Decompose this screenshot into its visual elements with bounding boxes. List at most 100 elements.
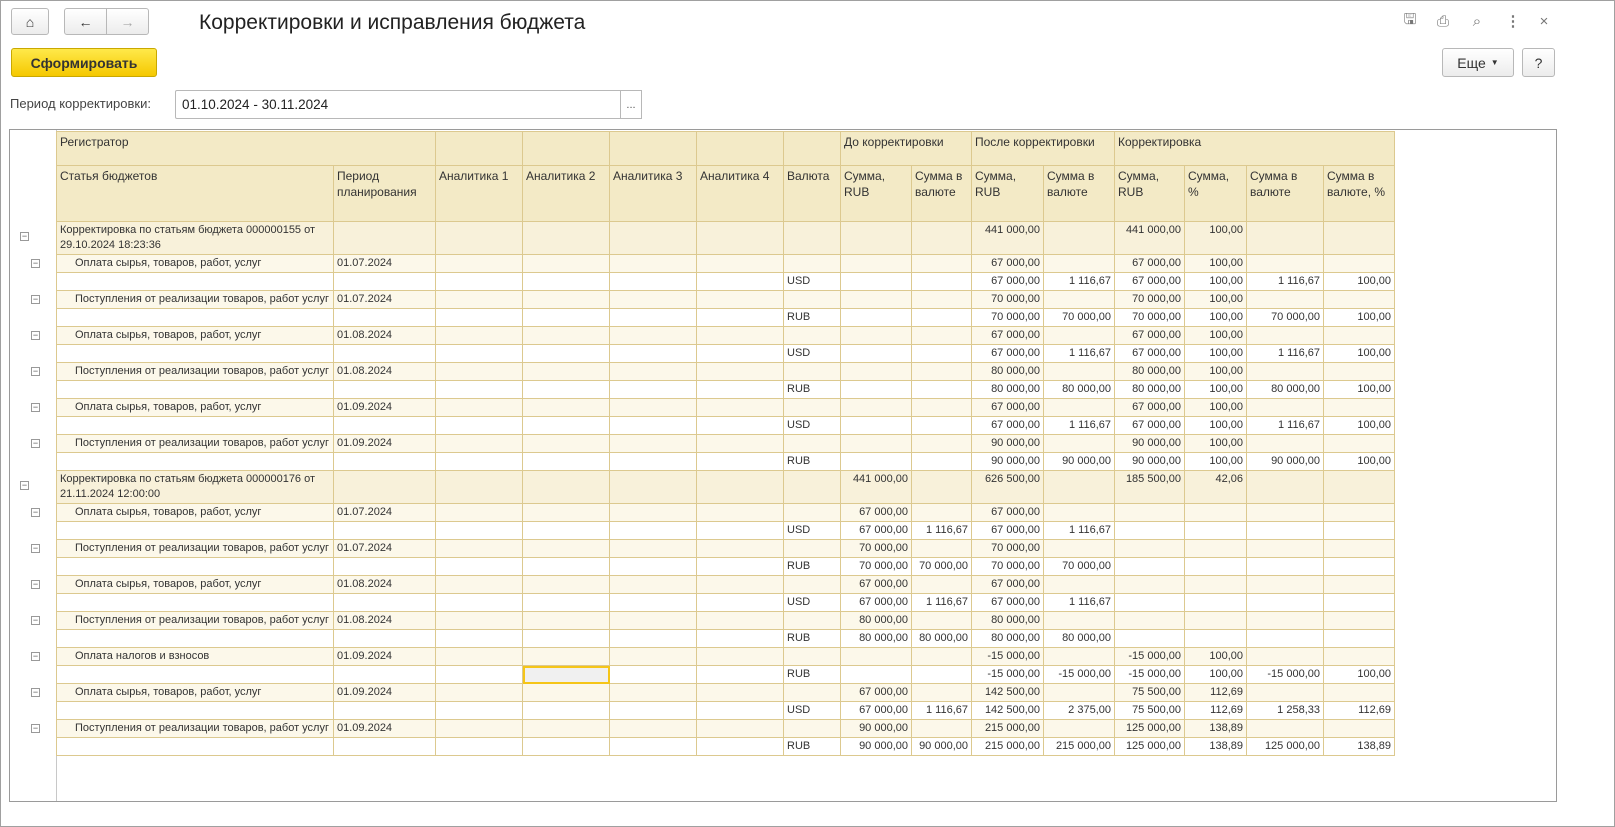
analytics-cell[interactable]	[609, 344, 697, 363]
amount-cell[interactable]: 215 000,00	[971, 719, 1044, 738]
amount-cell[interactable]: 100,00	[1184, 380, 1247, 399]
analytics-cell[interactable]	[435, 308, 523, 327]
amount-cell[interactable]: 67 000,00	[971, 344, 1044, 363]
amount-cell[interactable]: 90 000,00	[1043, 452, 1115, 471]
amount-cell[interactable]: 67 000,00	[971, 593, 1044, 612]
currency-cell[interactable]: USD	[783, 344, 841, 363]
amount-cell[interactable]	[1323, 539, 1395, 558]
amount-cell[interactable]: 100,00	[1323, 272, 1395, 291]
amount-cell[interactable]: 138,89	[1184, 719, 1247, 738]
amount-cell[interactable]	[1246, 611, 1324, 630]
analytics-cell[interactable]	[435, 575, 523, 594]
home-button[interactable]: ⌂	[11, 8, 49, 35]
analytics-cell[interactable]	[696, 380, 784, 399]
column-header[interactable]: Сумма, RUB	[971, 165, 1044, 222]
analytics-cell[interactable]	[522, 701, 610, 720]
amount-cell[interactable]: 67 000,00	[840, 503, 912, 522]
column-header[interactable]: Сумма в валюте	[1246, 165, 1324, 222]
amount-cell[interactable]	[1323, 647, 1395, 666]
analytics-cell[interactable]	[609, 539, 697, 558]
analytics-cell[interactable]	[609, 221, 697, 255]
amount-cell[interactable]: 70 000,00	[911, 557, 972, 576]
collapse-group-icon[interactable]: −	[31, 615, 40, 625]
currency-cell[interactable]	[783, 503, 841, 522]
analytics-cell[interactable]	[609, 701, 697, 720]
amount-cell[interactable]: 80 000,00	[1043, 380, 1115, 399]
budget-item-cell[interactable]: Поступления от реализации товаров, работ…	[56, 290, 334, 309]
budget-item-cell[interactable]	[56, 737, 334, 756]
analytics-cell[interactable]	[522, 416, 610, 435]
amount-cell[interactable]: 80 000,00	[911, 629, 972, 648]
analytics-cell[interactable]	[609, 521, 697, 540]
amount-cell[interactable]: 67 000,00	[840, 701, 912, 720]
analytics-cell[interactable]	[609, 452, 697, 471]
collapse-group-icon[interactable]: −	[31, 543, 40, 553]
analytics-cell[interactable]	[609, 398, 697, 417]
period-cell[interactable]	[333, 521, 436, 540]
amount-cell[interactable]	[1114, 557, 1185, 576]
amount-cell[interactable]	[1043, 719, 1115, 738]
column-header[interactable]: Валюта	[783, 165, 841, 222]
analytics-cell[interactable]	[609, 272, 697, 291]
analytics-cell[interactable]	[522, 575, 610, 594]
amount-cell[interactable]	[1246, 521, 1324, 540]
amount-cell[interactable]	[1323, 470, 1395, 504]
analytics-cell[interactable]	[435, 503, 523, 522]
analytics-cell[interactable]	[609, 611, 697, 630]
amount-cell[interactable]: 112,69	[1323, 701, 1395, 720]
column-header[interactable]: Аналитика 1	[435, 165, 523, 222]
analytics-cell[interactable]	[522, 452, 610, 471]
forward-button[interactable]: →	[106, 8, 149, 35]
amount-cell[interactable]	[911, 326, 972, 345]
collapse-group-icon[interactable]: −	[31, 579, 40, 589]
collapse-group-icon[interactable]: −	[31, 402, 40, 412]
help-button[interactable]: ?	[1522, 48, 1555, 77]
analytics-cell[interactable]	[435, 272, 523, 291]
amount-cell[interactable]	[1043, 503, 1115, 522]
amount-cell[interactable]	[840, 290, 912, 309]
amount-cell[interactable]: 70 000,00	[1043, 308, 1115, 327]
amount-cell[interactable]	[1323, 434, 1395, 453]
amount-cell[interactable]: 90 000,00	[1114, 434, 1185, 453]
period-cell[interactable]: 01.08.2024	[333, 362, 436, 381]
amount-cell[interactable]	[1043, 221, 1115, 255]
amount-cell[interactable]: 42,06	[1184, 470, 1247, 504]
amount-cell[interactable]: 100,00	[1184, 452, 1247, 471]
amount-cell[interactable]: 138,89	[1184, 737, 1247, 756]
amount-cell[interactable]	[1246, 434, 1324, 453]
analytics-cell[interactable]	[522, 272, 610, 291]
amount-cell[interactable]	[911, 575, 972, 594]
amount-cell[interactable]: 67 000,00	[1114, 344, 1185, 363]
period-cell[interactable]: 01.07.2024	[333, 539, 436, 558]
currency-cell[interactable]: RUB	[783, 665, 841, 684]
amount-cell[interactable]: 112,69	[1184, 683, 1247, 702]
amount-cell[interactable]: 100,00	[1184, 416, 1247, 435]
column-header[interactable]: Аналитика 2	[522, 165, 610, 222]
amount-cell[interactable]: 90 000,00	[1114, 452, 1185, 471]
budget-item-cell[interactable]	[56, 308, 334, 327]
analytics-cell[interactable]	[696, 254, 784, 273]
currency-cell[interactable]	[783, 575, 841, 594]
analytics-cell[interactable]	[696, 521, 784, 540]
analytics-cell[interactable]	[696, 470, 784, 504]
analytics-cell[interactable]	[435, 452, 523, 471]
amount-cell[interactable]	[840, 308, 912, 327]
amount-cell[interactable]	[1246, 575, 1324, 594]
analytics-cell[interactable]	[435, 326, 523, 345]
analytics-cell[interactable]	[696, 629, 784, 648]
amount-cell[interactable]: 100,00	[1323, 380, 1395, 399]
analytics-cell[interactable]	[435, 701, 523, 720]
period-cell[interactable]	[333, 452, 436, 471]
amount-cell[interactable]	[1323, 362, 1395, 381]
analytics-cell[interactable]	[522, 557, 610, 576]
currency-cell[interactable]	[783, 683, 841, 702]
collapse-group-icon[interactable]: −	[31, 366, 40, 376]
period-cell[interactable]	[333, 593, 436, 612]
amount-cell[interactable]	[911, 647, 972, 666]
period-cell[interactable]: 01.09.2024	[333, 398, 436, 417]
amount-cell[interactable]	[1323, 611, 1395, 630]
amount-cell[interactable]: 100,00	[1184, 326, 1247, 345]
amount-cell[interactable]: 70 000,00	[971, 557, 1044, 576]
amount-cell[interactable]: 100,00	[1184, 272, 1247, 291]
amount-cell[interactable]: 441 000,00	[840, 470, 912, 504]
